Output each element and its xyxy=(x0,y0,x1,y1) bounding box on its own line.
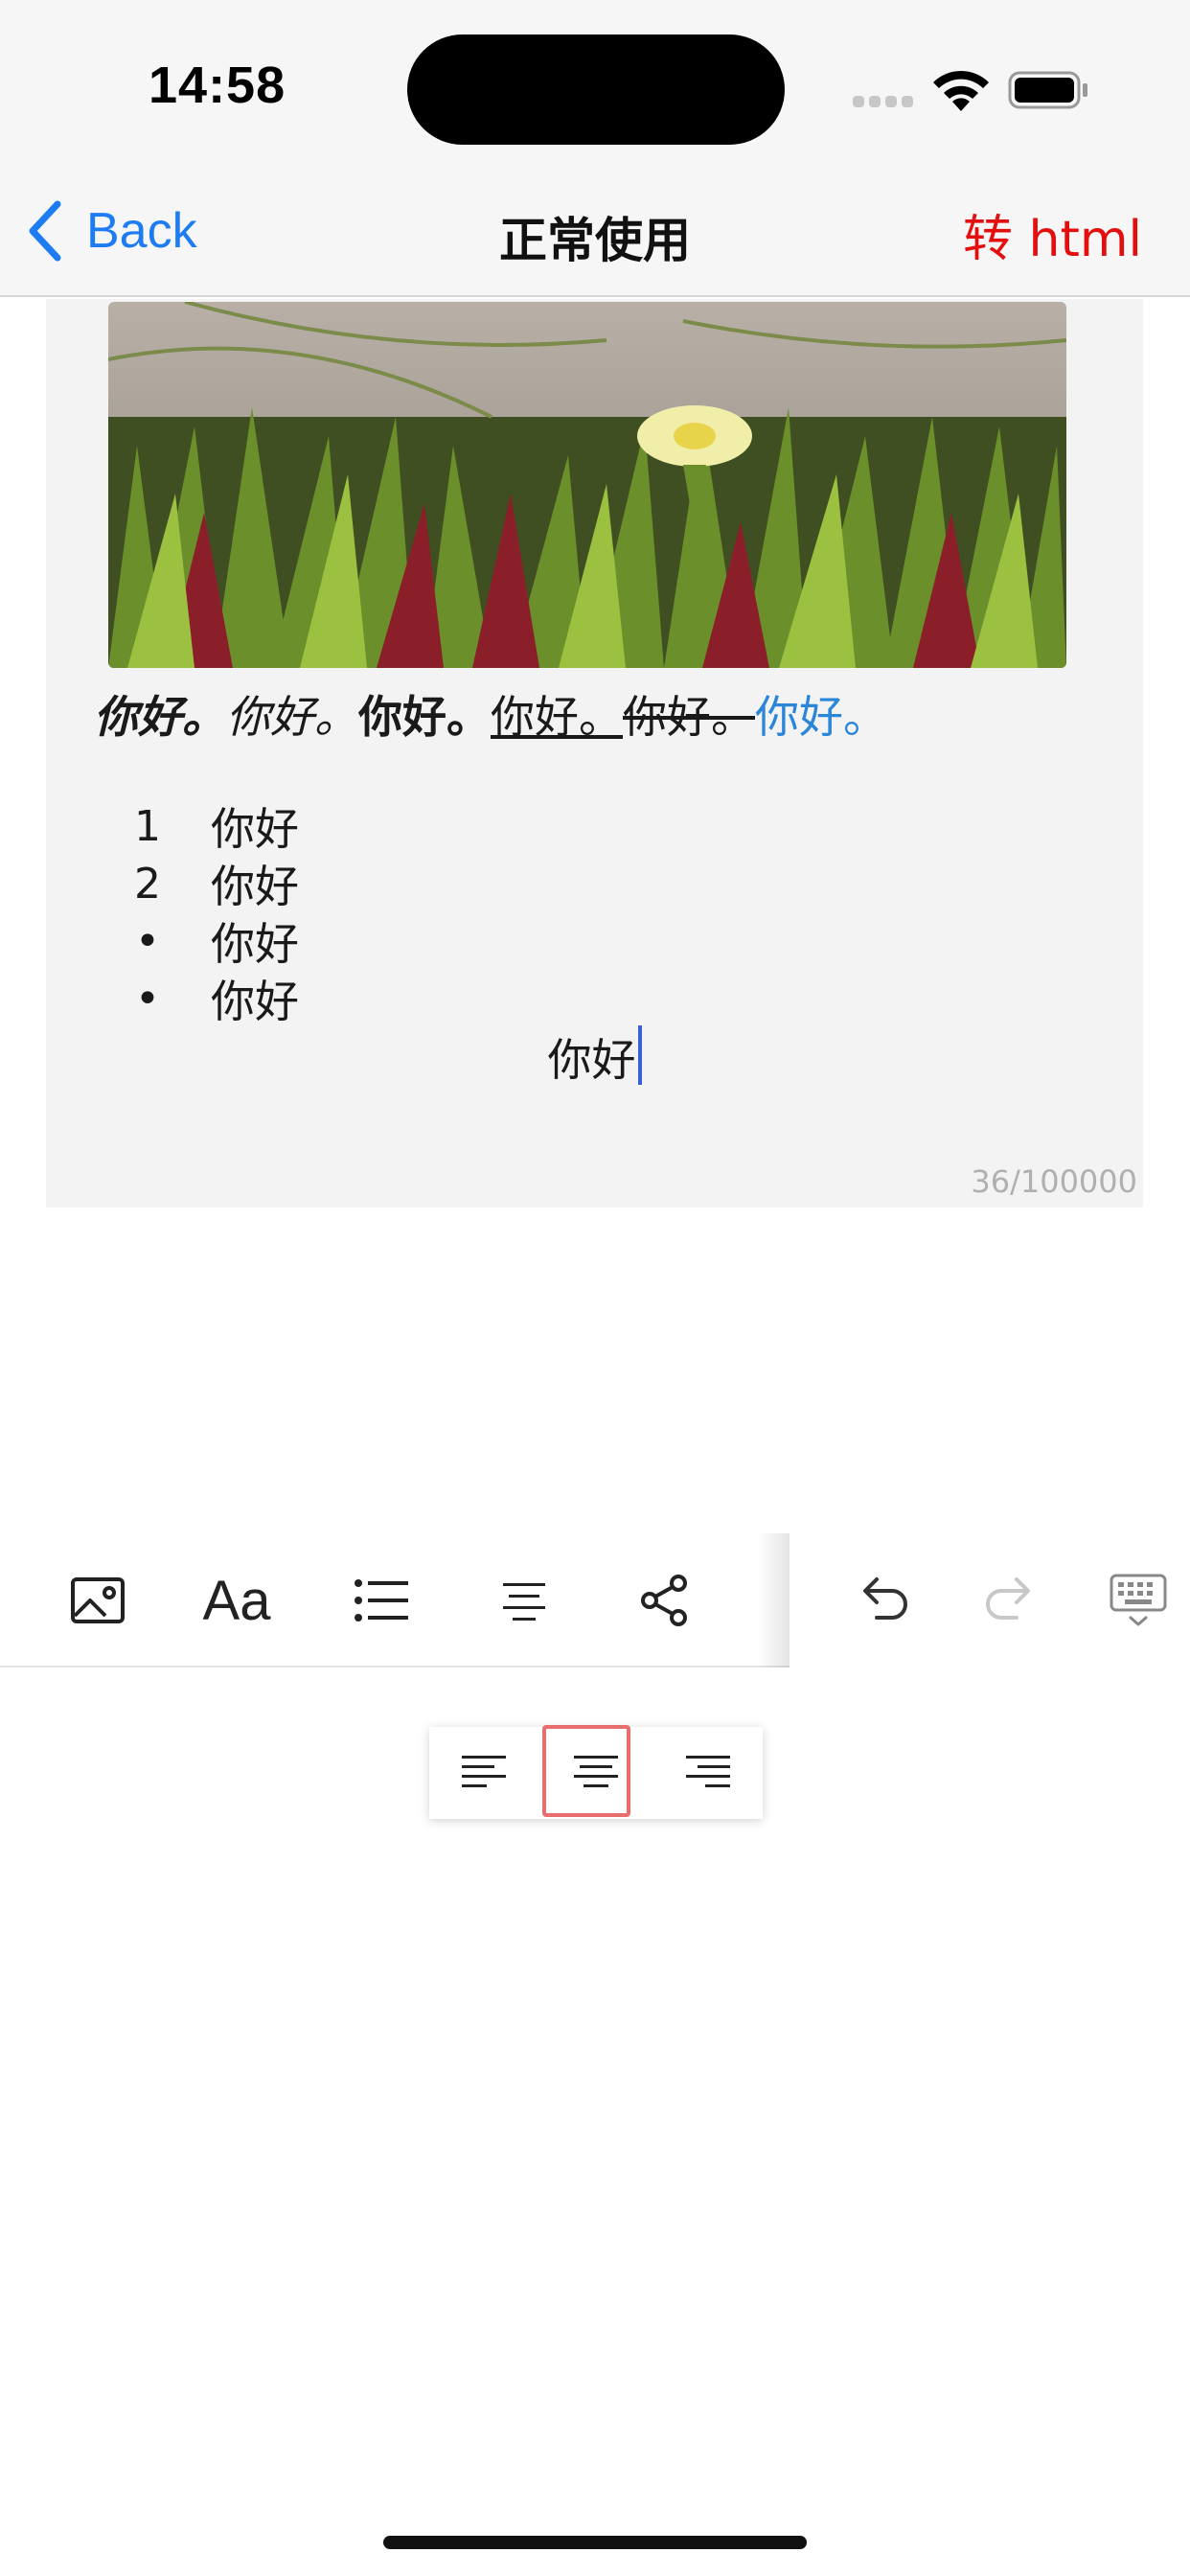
toolbar-divider-shadow xyxy=(757,1533,790,1668)
navigation-bar: Back 正常使用 转 html xyxy=(0,168,1190,297)
link-text[interactable]: 你好。 xyxy=(755,691,887,743)
alignment-popup xyxy=(429,1725,763,1819)
insert-image-button[interactable] xyxy=(50,1554,146,1646)
character-counter: 36/100000 xyxy=(971,1163,1137,1200)
text-cursor xyxy=(637,1025,642,1085)
toolbar-history-group xyxy=(790,1533,1190,1668)
align-right-icon xyxy=(686,1756,730,1787)
rich-text-editor[interactable]: 你好。你好。你好。你好。你好。你好。 1 你好 2 你好 • 你好 • 你好 你… xyxy=(46,299,1143,1208)
battery-icon xyxy=(1008,71,1087,109)
align-center-button[interactable] xyxy=(540,1725,652,1819)
dynamic-island xyxy=(407,34,785,145)
font-style-button[interactable]: Aa xyxy=(189,1554,285,1646)
signal-icon xyxy=(853,96,914,107)
keyboard-dismiss-icon xyxy=(1110,1574,1167,1626)
align-left-icon xyxy=(462,1756,506,1787)
underline-text: 你好。 xyxy=(491,691,623,743)
list-item-text: 你好 xyxy=(211,803,299,855)
home-indicator[interactable] xyxy=(383,2536,807,2549)
list-marker: 1 xyxy=(134,801,161,851)
list-item-text: 你好 xyxy=(211,861,299,912)
font-icon: Aa xyxy=(202,1569,271,1632)
bold-italic-text: 你好。 xyxy=(94,691,226,743)
list-item: 2 你好 xyxy=(123,855,299,913)
redo-icon xyxy=(986,1577,1030,1620)
list-icon xyxy=(355,1579,408,1622)
centered-text-line[interactable]: 你好 xyxy=(46,1025,1143,1089)
share-button[interactable] xyxy=(617,1554,713,1646)
undo-icon xyxy=(863,1577,907,1620)
flower-photo[interactable] xyxy=(108,302,1066,668)
image-icon xyxy=(71,1577,125,1623)
align-center-icon xyxy=(574,1756,618,1787)
list-marker: 2 xyxy=(134,859,161,908)
list-item-text: 你好 xyxy=(211,918,299,970)
list-button[interactable] xyxy=(333,1554,429,1646)
formatting-toolbar: Aa xyxy=(0,1533,1190,1668)
list-item: • 你好 xyxy=(123,970,299,1028)
status-bar: 14:58 xyxy=(0,0,1190,168)
bold-text: 你好。 xyxy=(358,691,491,743)
list-item-text: 你好 xyxy=(211,976,299,1027)
convert-html-button[interactable]: 转 html xyxy=(963,198,1142,270)
editor-list: 1 你好 2 你好 • 你好 • 你好 xyxy=(123,797,299,1028)
list-marker: • xyxy=(135,916,160,966)
align-right-button[interactable] xyxy=(652,1727,763,1819)
centered-text: 你好 xyxy=(547,1034,636,1086)
redo-button[interactable] xyxy=(965,1554,1061,1646)
align-center-icon xyxy=(503,1583,545,1621)
undo-button[interactable] xyxy=(833,1554,928,1646)
list-item: 1 你好 xyxy=(123,797,299,856)
styled-text-line[interactable]: 你好。你好。你好。你好。你好。你好。 xyxy=(94,682,887,746)
wifi-icon xyxy=(933,70,989,111)
share-icon xyxy=(641,1575,687,1626)
strikethrough-text: 你好。 xyxy=(623,691,755,743)
list-marker: • xyxy=(135,974,160,1024)
align-left-button[interactable] xyxy=(429,1727,540,1819)
dismiss-keyboard-button[interactable] xyxy=(1090,1554,1186,1646)
status-time: 14:58 xyxy=(149,57,286,114)
alignment-button[interactable] xyxy=(476,1554,572,1646)
list-item: • 你好 xyxy=(123,912,299,971)
italic-text: 你好。 xyxy=(226,691,358,743)
